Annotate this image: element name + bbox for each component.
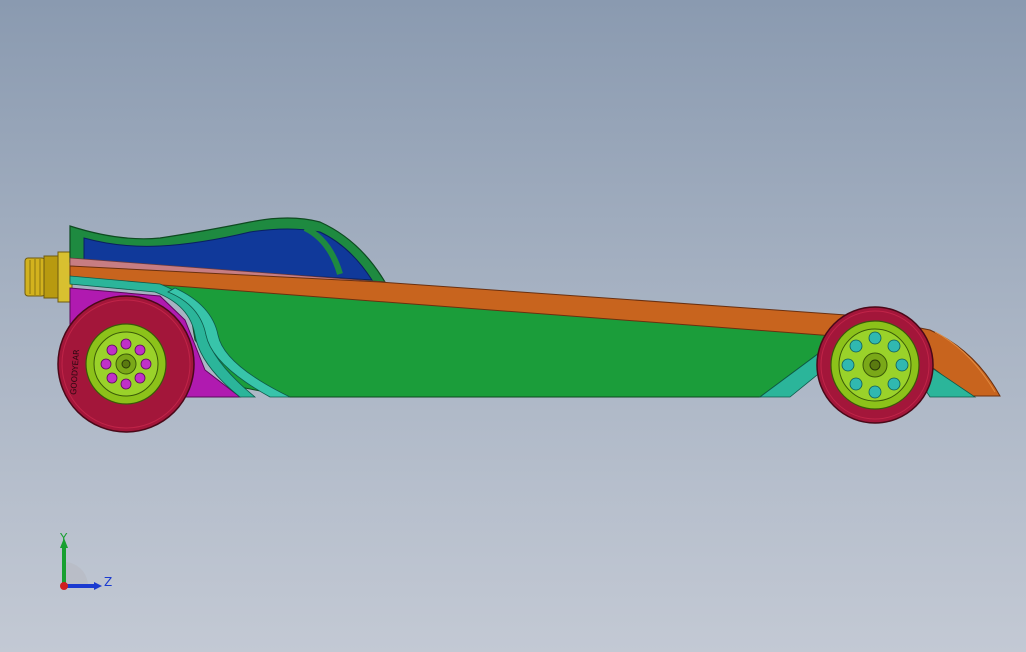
graphics-viewport[interactable]: GOODYEAR Y Z (0, 0, 1026, 652)
y-axis-label: Y (59, 531, 68, 545)
x-axis-dot (60, 582, 68, 590)
front-wheel[interactable] (816, 306, 934, 424)
orientation-triad: Y Z (59, 531, 112, 590)
rear-nozzle[interactable] (24, 251, 73, 303)
triad-quadrant (64, 562, 88, 586)
z-axis-label: Z (104, 575, 112, 589)
car-model[interactable]: GOODYEAR (0, 0, 1026, 652)
rear-wheel[interactable]: GOODYEAR (57, 295, 195, 433)
